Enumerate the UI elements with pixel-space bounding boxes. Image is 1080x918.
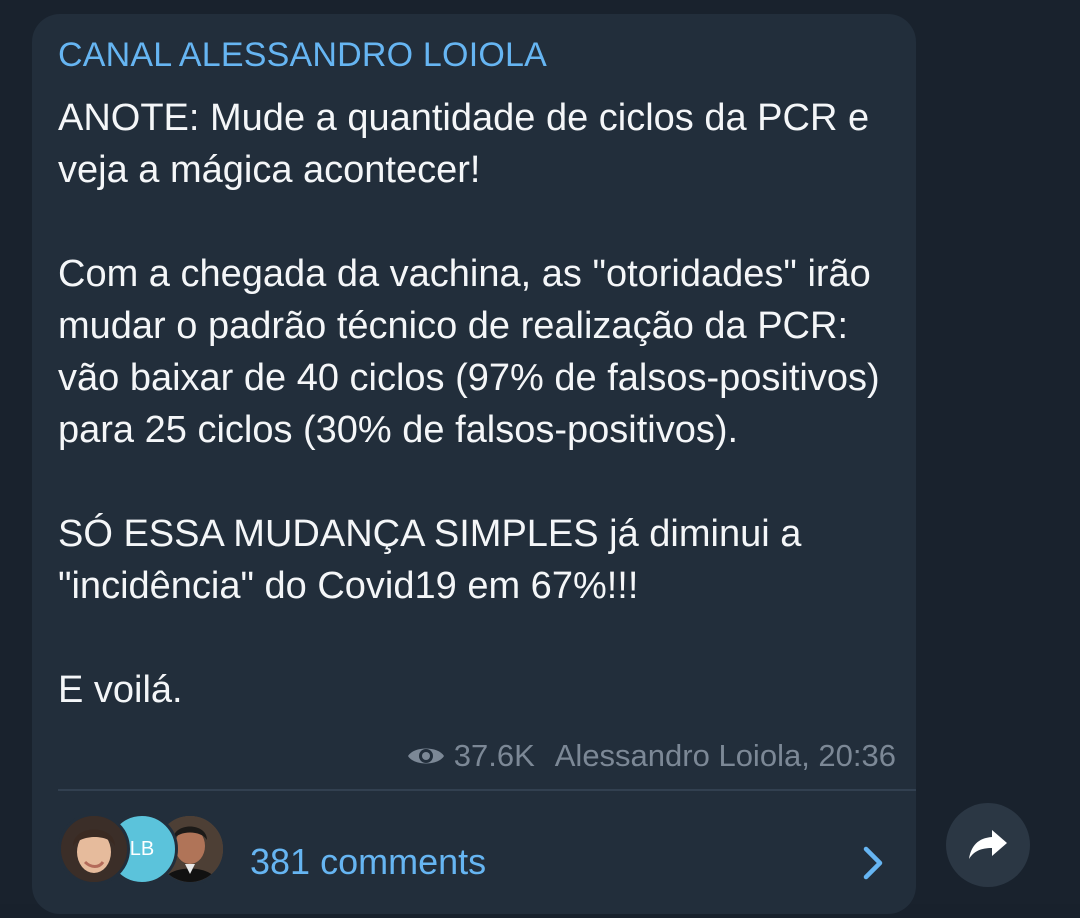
avatar	[58, 813, 130, 885]
message-paragraph-3: SÓ ESSA MUDANÇA SIMPLES já diminui a "in…	[58, 513, 802, 607]
view-count: 37.6K	[453, 738, 535, 773]
message-paragraph-4: E voilá.	[58, 669, 183, 711]
message-text: ANOTE: Mude a quantidade de ciclos da PC…	[58, 92, 898, 716]
message-paragraph-1: ANOTE: Mude a quantidade de ciclos da PC…	[58, 97, 870, 191]
channel-name[interactable]: CANAL ALESSANDRO LOIOLA	[58, 36, 547, 75]
share-button[interactable]	[946, 803, 1030, 887]
message-bubble[interactable]: CANAL ALESSANDRO LOIOLA ANOTE: Mude a qu…	[32, 14, 916, 914]
comments-count-label[interactable]: 381 comments	[250, 841, 486, 883]
eye-icon	[407, 748, 444, 764]
person-photo-icon	[61, 816, 127, 882]
comments-button[interactable]: LB 381 comments	[32, 791, 916, 918]
author-time: Alessandro Loiola, 20:36	[554, 738, 896, 773]
chevron-right-icon[interactable]	[858, 843, 888, 883]
message-paragraph-2: Com a chegada da vachina, as "otoridades…	[58, 253, 880, 451]
share-arrow-icon	[969, 830, 1007, 859]
avatar-initials-text: LB	[129, 837, 155, 860]
message-meta: 37.6K Alessandro Loiola, 20:36	[406, 738, 896, 774]
